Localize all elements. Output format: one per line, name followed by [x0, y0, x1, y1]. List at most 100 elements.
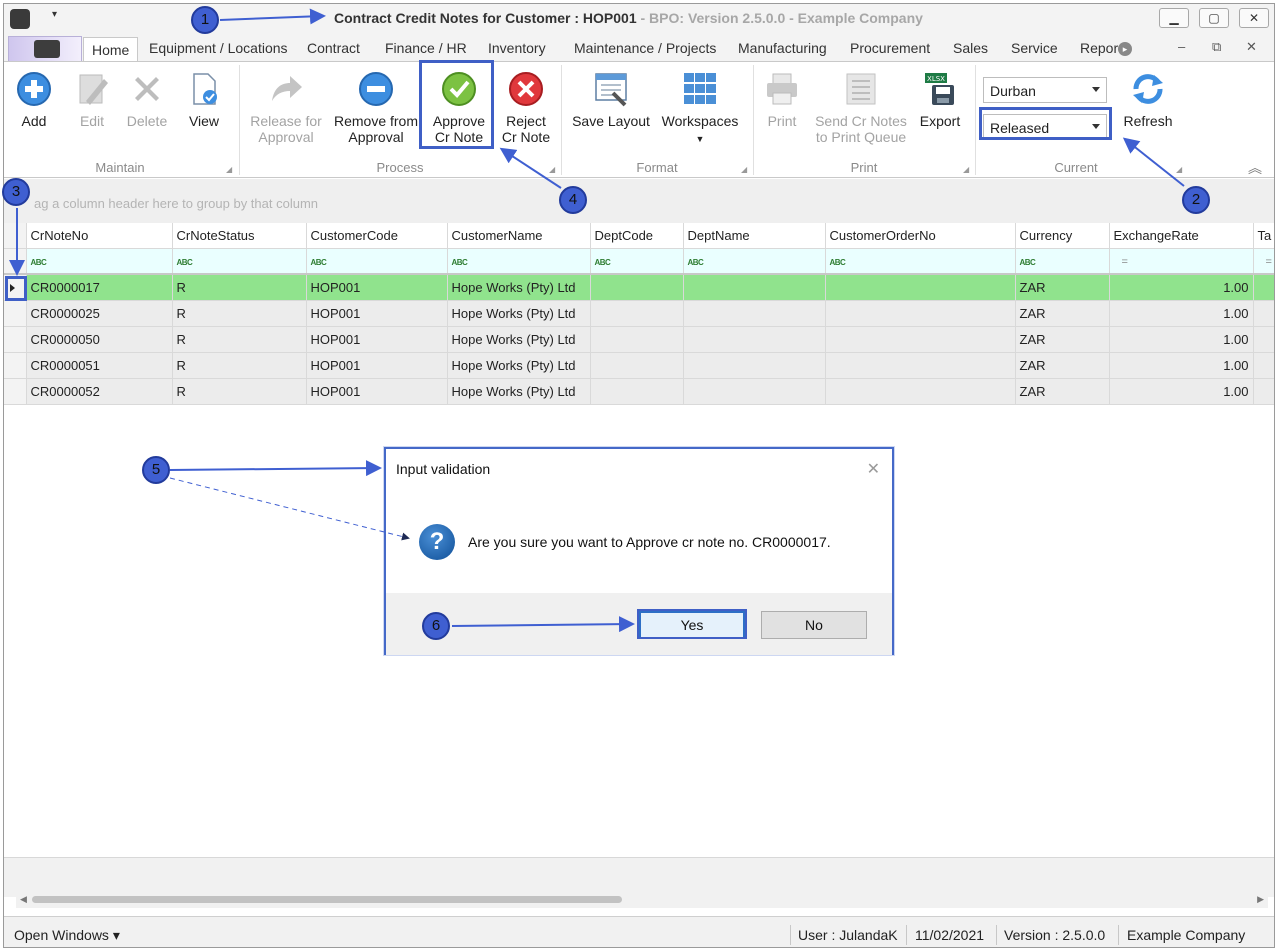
- table-cell[interactable]: [825, 300, 1016, 327]
- reject-cr-note-button[interactable]: Reject Cr Note: [496, 71, 556, 145]
- filter-cell[interactable]: ABC: [1015, 248, 1110, 275]
- row-indicator[interactable]: [4, 326, 27, 353]
- table-cell[interactable]: [683, 352, 826, 379]
- table-cell[interactable]: [825, 352, 1016, 379]
- table-cell[interactable]: Hope Works (Pty) Ltd: [447, 352, 591, 379]
- table-cell[interactable]: HOP001: [306, 300, 448, 327]
- table-cell[interactable]: [683, 274, 826, 301]
- filter-cell[interactable]: =: [1253, 248, 1274, 275]
- tab-scroll-right-icon[interactable]: ▸: [1118, 42, 1132, 56]
- tab-inventory[interactable]: Inventory: [488, 40, 546, 56]
- table-cell[interactable]: CR0000017: [26, 274, 173, 301]
- table-cell[interactable]: [590, 300, 684, 327]
- maintain-launcher-icon[interactable]: ◢: [226, 165, 232, 174]
- tab-reports[interactable]: Repor: [1080, 40, 1118, 56]
- table-cell[interactable]: [1253, 326, 1274, 353]
- table-cell[interactable]: CR0000025: [26, 300, 173, 327]
- table-row[interactable]: CR0000025 R HOP001 Hope Works (Pty) Ltd …: [4, 300, 1274, 327]
- column-header[interactable]: DeptName: [683, 223, 826, 249]
- table-cell[interactable]: R: [172, 352, 307, 379]
- table-cell[interactable]: [590, 352, 684, 379]
- export-button[interactable]: XLSX Export: [916, 71, 964, 129]
- table-cell[interactable]: [1253, 352, 1274, 379]
- table-row[interactable]: CR0000017 R HOP001 Hope Works (Pty) Ltd …: [4, 274, 1274, 301]
- table-cell[interactable]: [1253, 300, 1274, 327]
- column-header[interactable]: CrNoteStatus: [172, 223, 307, 249]
- column-header[interactable]: CrNoteNo: [26, 223, 173, 249]
- table-cell[interactable]: ZAR: [1015, 274, 1110, 301]
- table-cell[interactable]: CR0000052: [26, 378, 173, 405]
- table-cell[interactable]: HOP001: [306, 274, 448, 301]
- column-header[interactable]: CustomerName: [447, 223, 591, 249]
- table-cell[interactable]: CR0000050: [26, 326, 173, 353]
- table-cell[interactable]: [683, 378, 826, 405]
- table-cell[interactable]: [825, 274, 1016, 301]
- tab-procurement[interactable]: Procurement: [850, 40, 930, 56]
- mdi-close-button[interactable]: ✕: [1246, 39, 1257, 55]
- filter-cell[interactable]: ABC: [172, 248, 307, 275]
- close-window-button[interactable]: ✕: [1239, 8, 1269, 28]
- filter-cell[interactable]: =: [1109, 248, 1254, 275]
- table-cell[interactable]: [683, 326, 826, 353]
- site-select[interactable]: Durban: [983, 77, 1107, 103]
- maximize-button[interactable]: ▢: [1199, 8, 1229, 28]
- filter-cell[interactable]: ABC: [306, 248, 448, 275]
- table-cell[interactable]: Hope Works (Pty) Ltd: [447, 274, 591, 301]
- row-indicator[interactable]: [4, 352, 27, 379]
- mdi-minimize-button[interactable]: –: [1178, 39, 1185, 54]
- app-logo-icon[interactable]: [10, 9, 30, 29]
- table-cell[interactable]: HOP001: [306, 352, 448, 379]
- table-cell[interactable]: 1.00: [1109, 326, 1254, 353]
- tab-home[interactable]: Home: [83, 37, 139, 63]
- row-indicator[interactable]: [4, 300, 27, 327]
- table-cell[interactable]: HOP001: [306, 326, 448, 353]
- column-header[interactable]: DeptCode: [590, 223, 684, 249]
- tab-service[interactable]: Service: [1011, 40, 1058, 56]
- save-layout-button[interactable]: Save Layout: [568, 71, 654, 129]
- column-header[interactable]: CustomerOrderNo: [825, 223, 1016, 249]
- row-indicator[interactable]: [4, 378, 27, 405]
- process-launcher-icon[interactable]: ◢: [549, 165, 555, 174]
- current-launcher-icon[interactable]: ◢: [1176, 165, 1182, 174]
- tab-sales[interactable]: Sales: [953, 40, 988, 56]
- table-row[interactable]: CR0000050 R HOP001 Hope Works (Pty) Ltd …: [4, 326, 1274, 353]
- group-by-panel[interactable]: ag a column header here to group by that…: [4, 179, 1274, 224]
- table-cell[interactable]: [590, 378, 684, 405]
- collapse-ribbon-icon[interactable]: ︽: [1248, 158, 1262, 178]
- send-to-print-queue-button[interactable]: Send Cr Notes to Print Queue: [810, 71, 912, 145]
- table-cell[interactable]: 1.00: [1109, 274, 1254, 301]
- format-launcher-icon[interactable]: ◢: [741, 165, 747, 174]
- table-cell[interactable]: [825, 326, 1016, 353]
- table-cell[interactable]: 1.00: [1109, 352, 1254, 379]
- filter-cell[interactable]: ABC: [26, 248, 173, 275]
- application-menu-button[interactable]: [8, 36, 82, 62]
- table-cell[interactable]: [1253, 378, 1274, 405]
- column-header[interactable]: ExchangeRate: [1109, 223, 1254, 249]
- table-cell[interactable]: ZAR: [1015, 352, 1110, 379]
- filter-cell[interactable]: ABC: [683, 248, 826, 275]
- column-header[interactable]: CustomerCode: [306, 223, 448, 249]
- table-cell[interactable]: ZAR: [1015, 326, 1110, 353]
- table-cell[interactable]: R: [172, 300, 307, 327]
- horizontal-scrollbar[interactable]: ◀ ▶: [16, 891, 1268, 908]
- print-button[interactable]: Print: [760, 71, 804, 129]
- mdi-restore-button[interactable]: ⧉: [1212, 39, 1221, 55]
- table-row[interactable]: CR0000051 R HOP001 Hope Works (Pty) Ltd …: [4, 352, 1274, 379]
- table-cell[interactable]: ZAR: [1015, 300, 1110, 327]
- scroll-left-icon[interactable]: ◀: [20, 894, 27, 905]
- tab-contract[interactable]: Contract: [307, 40, 360, 56]
- table-cell[interactable]: 1.00: [1109, 300, 1254, 327]
- edit-button[interactable]: Edit: [72, 71, 112, 129]
- tab-equipment-locations[interactable]: Equipment / Locations: [149, 40, 288, 56]
- table-cell[interactable]: [1253, 274, 1274, 301]
- workspaces-button[interactable]: Workspaces ▼: [660, 71, 740, 147]
- add-button[interactable]: Add: [14, 71, 54, 129]
- scrollbar-thumb[interactable]: [32, 896, 622, 903]
- table-cell[interactable]: 1.00: [1109, 378, 1254, 405]
- release-for-approval-button[interactable]: Release for Approval: [246, 71, 326, 145]
- no-button[interactable]: No: [761, 611, 867, 639]
- open-windows-menu[interactable]: Open Windows ▾: [14, 927, 120, 944]
- table-cell[interactable]: [590, 274, 684, 301]
- table-cell[interactable]: ZAR: [1015, 378, 1110, 405]
- minimize-button[interactable]: ▁: [1159, 8, 1189, 28]
